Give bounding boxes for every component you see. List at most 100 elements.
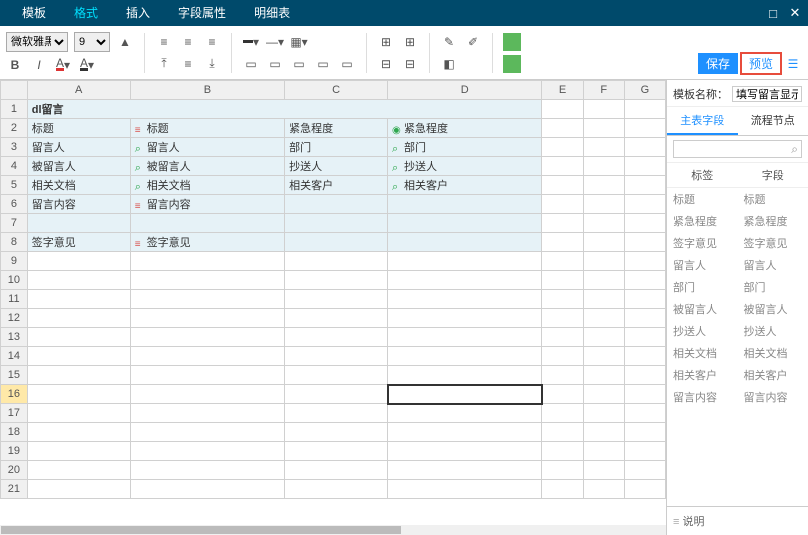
menu-字段属性[interactable]: 字段属性 bbox=[164, 6, 240, 20]
eraser-icon[interactable]: ◧ bbox=[440, 55, 458, 73]
cell-5-G[interactable] bbox=[624, 176, 665, 195]
col-header-G[interactable]: G bbox=[624, 81, 665, 100]
cell-17-E[interactable] bbox=[542, 404, 583, 423]
save-button[interactable]: 保存 bbox=[698, 53, 738, 74]
cell-14-C[interactable] bbox=[285, 347, 388, 366]
cell-7-G[interactable] bbox=[624, 214, 665, 233]
cell-18-E[interactable] bbox=[542, 423, 583, 442]
cell-10-C[interactable] bbox=[285, 271, 388, 290]
cell-15-C[interactable] bbox=[285, 366, 388, 385]
field-item[interactable]: 留言内容 bbox=[667, 386, 738, 408]
field-search-input[interactable] bbox=[673, 140, 802, 158]
cell-20-E[interactable] bbox=[542, 461, 583, 480]
cell-10-D[interactable] bbox=[388, 271, 542, 290]
cell-2-F[interactable] bbox=[583, 119, 624, 138]
cell-13-D[interactable] bbox=[388, 328, 542, 347]
cell-5-F[interactable] bbox=[583, 176, 624, 195]
align-right-icon[interactable]: ≡ bbox=[203, 33, 221, 51]
cell-9-B[interactable] bbox=[130, 252, 284, 271]
cell-20-A[interactable] bbox=[27, 461, 130, 480]
cell-5-C[interactable]: 相关客户 bbox=[285, 176, 388, 195]
cell-2-C[interactable]: 紧急程度 bbox=[285, 119, 388, 138]
cell-9-F[interactable] bbox=[583, 252, 624, 271]
row-header-17[interactable]: 17 bbox=[1, 404, 28, 423]
cell-14-E[interactable] bbox=[542, 347, 583, 366]
cell-11-B[interactable] bbox=[130, 290, 284, 309]
cell-7-B[interactable] bbox=[130, 214, 284, 233]
cell-7-F[interactable] bbox=[583, 214, 624, 233]
cell-15-B[interactable] bbox=[130, 366, 284, 385]
cell-13-C[interactable] bbox=[285, 328, 388, 347]
cell-4-C[interactable]: 抄送人 bbox=[285, 157, 388, 176]
window-maximize-icon[interactable]: □ bbox=[766, 6, 780, 20]
cell-5-B[interactable]: 相关文档 bbox=[130, 176, 284, 195]
merge-5-icon[interactable]: ▭ bbox=[338, 55, 356, 73]
align-left-icon[interactable]: ≡ bbox=[155, 33, 173, 51]
cell-16-F[interactable] bbox=[583, 385, 624, 404]
row-header-21[interactable]: 21 bbox=[1, 480, 28, 499]
field-item[interactable]: 抄送人 bbox=[738, 320, 808, 342]
cell-3-F[interactable] bbox=[583, 138, 624, 157]
window-close-icon[interactable]: ✕ bbox=[788, 6, 802, 20]
font-color-icon[interactable]: A▾ bbox=[54, 56, 72, 74]
cell-9-E[interactable] bbox=[542, 252, 583, 271]
cell-4-D[interactable]: 抄送人 bbox=[388, 157, 542, 176]
cell-18-G[interactable] bbox=[624, 423, 665, 442]
clear-format-icon[interactable]: ✐ bbox=[464, 33, 482, 51]
search-icon[interactable]: ⌕ bbox=[791, 142, 798, 157]
cell-11-F[interactable] bbox=[583, 290, 624, 309]
border-color-icon[interactable]: ▾ bbox=[242, 33, 260, 51]
field-item[interactable]: 签字意见 bbox=[667, 232, 738, 254]
cell-6-F[interactable] bbox=[583, 195, 624, 214]
field-item[interactable]: 标题 bbox=[738, 188, 808, 210]
cell-18-C[interactable] bbox=[285, 423, 388, 442]
cell-11-E[interactable] bbox=[542, 290, 583, 309]
cell-4-B[interactable]: 被留言人 bbox=[130, 157, 284, 176]
cell-19-G[interactable] bbox=[624, 442, 665, 461]
cell-17-A[interactable] bbox=[27, 404, 130, 423]
field-item[interactable]: 留言人 bbox=[667, 254, 738, 276]
cell-12-D[interactable] bbox=[388, 309, 542, 328]
cell-13-G[interactable] bbox=[624, 328, 665, 347]
cell-18-D[interactable] bbox=[388, 423, 542, 442]
valign-bottom-icon[interactable]: ⤓ bbox=[203, 55, 221, 73]
field-item[interactable]: 抄送人 bbox=[667, 320, 738, 342]
cell-11-D[interactable] bbox=[388, 290, 542, 309]
cell-8-E[interactable] bbox=[542, 233, 583, 252]
italic-icon[interactable]: I bbox=[30, 56, 48, 74]
field-item[interactable]: 部门 bbox=[667, 276, 738, 298]
cell-15-E[interactable] bbox=[542, 366, 583, 385]
format-paint-icon[interactable]: ✎ bbox=[440, 33, 458, 51]
horizontal-scrollbar[interactable] bbox=[0, 525, 666, 535]
cell-2-G[interactable] bbox=[624, 119, 665, 138]
field-item[interactable]: 被留言人 bbox=[667, 298, 738, 320]
cell-10-A[interactable] bbox=[27, 271, 130, 290]
cell-13-F[interactable] bbox=[583, 328, 624, 347]
cell-9-C[interactable] bbox=[285, 252, 388, 271]
cell-21-C[interactable] bbox=[285, 480, 388, 499]
cell-6-B[interactable]: 留言内容 bbox=[130, 195, 284, 214]
cell-13-E[interactable] bbox=[542, 328, 583, 347]
field-item[interactable]: 留言内容 bbox=[738, 386, 808, 408]
row-header-11[interactable]: 11 bbox=[1, 290, 28, 309]
cell-14-G[interactable] bbox=[624, 347, 665, 366]
row-header-16[interactable]: 16 bbox=[1, 385, 28, 404]
border-style-icon[interactable]: ―▾ bbox=[266, 33, 284, 51]
cell-2-E[interactable] bbox=[542, 119, 583, 138]
cell-19-A[interactable] bbox=[27, 442, 130, 461]
tab-流程节点[interactable]: 流程节点 bbox=[738, 107, 808, 135]
cell-17-G[interactable] bbox=[624, 404, 665, 423]
preview-button[interactable]: 预览 bbox=[740, 52, 782, 75]
cell-15-F[interactable] bbox=[583, 366, 624, 385]
row-header-2[interactable]: 2 bbox=[1, 119, 28, 138]
highlight-green-1-icon[interactable] bbox=[503, 33, 521, 51]
cell-2-A[interactable]: 标题 bbox=[27, 119, 130, 138]
cell-2-D[interactable]: 紧急程度 bbox=[388, 119, 542, 138]
cell-16-A[interactable] bbox=[27, 385, 130, 404]
cell-19-B[interactable] bbox=[130, 442, 284, 461]
cell-17-C[interactable] bbox=[285, 404, 388, 423]
cell-8-C[interactable] bbox=[285, 233, 388, 252]
cell-7-A[interactable] bbox=[27, 214, 130, 233]
row-header-19[interactable]: 19 bbox=[1, 442, 28, 461]
cell-7-D[interactable] bbox=[388, 214, 542, 233]
